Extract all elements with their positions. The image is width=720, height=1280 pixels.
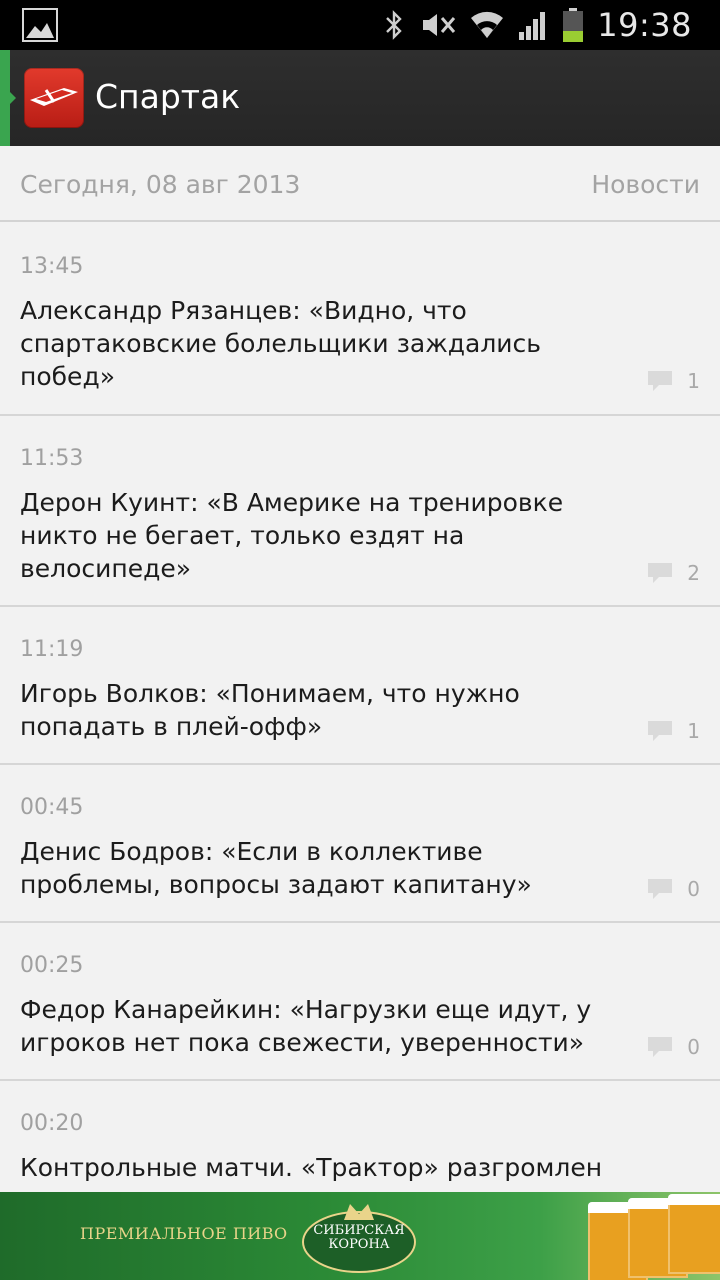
comment-icon bbox=[648, 563, 673, 583]
news-title: Федор Канарейкин: «Нагрузки еще идут, у … bbox=[20, 995, 592, 1057]
comment-count: 1 bbox=[687, 369, 700, 393]
wifi-icon bbox=[471, 11, 504, 38]
news-title: Игорь Волков: «Понимаем, что нужно попад… bbox=[20, 679, 520, 741]
signal-icon bbox=[519, 12, 546, 40]
news-list: 13:45 Александр Рязанцев: «Видно, что сп… bbox=[0, 224, 720, 1241]
news-item[interactable]: 11:19 Игорь Волков: «Понимаем, что нужно… bbox=[0, 607, 720, 765]
app-title: Спартак bbox=[95, 77, 241, 116]
comment-counter: 1 bbox=[647, 719, 700, 743]
comment-icon bbox=[648, 721, 673, 741]
section-label[interactable]: Новости bbox=[591, 170, 700, 199]
clock: 19:38 bbox=[597, 6, 692, 44]
app-logo[interactable] bbox=[24, 68, 84, 128]
comment-counter: 0 bbox=[647, 1035, 700, 1059]
battery-icon bbox=[563, 8, 584, 42]
comment-count: 0 bbox=[687, 877, 700, 901]
mute-icon bbox=[423, 14, 456, 36]
news-title: Контрольные матчи. «Трактор» разгромлен bbox=[20, 1153, 603, 1182]
ad-tagline: ПРЕМИАЛЬНОЕ ПИВО bbox=[80, 1224, 288, 1243]
ad-brand-name: СИБИРСКАЯ КОРОНА bbox=[313, 1223, 405, 1252]
comment-icon bbox=[648, 879, 673, 899]
status-bar: 19:38 bbox=[0, 0, 720, 50]
news-time: 00:20 bbox=[20, 1111, 84, 1136]
news-time: 00:45 bbox=[20, 795, 84, 820]
news-title: Дерон Куинт: «В Америке на тренировке ни… bbox=[20, 488, 564, 583]
news-time: 13:45 bbox=[20, 254, 84, 279]
comment-icon bbox=[648, 1037, 673, 1057]
drawer-caret-icon bbox=[8, 90, 16, 106]
status-icons: 19:38 bbox=[383, 0, 692, 50]
spartak-logo-icon bbox=[30, 88, 78, 106]
comment-counter: 2 bbox=[647, 561, 700, 585]
news-item[interactable]: 13:45 Александр Рязанцев: «Видно, что сп… bbox=[0, 224, 720, 416]
action-bar: Спартак bbox=[0, 50, 720, 146]
news-title: Александр Рязанцев: «Видно, что спартако… bbox=[20, 296, 542, 391]
news-item[interactable]: 00:45 Денис Бодров: «Если в коллективе п… bbox=[0, 765, 720, 923]
gallery-notification-icon bbox=[22, 8, 58, 42]
news-time: 00:25 bbox=[20, 953, 84, 978]
news-time: 11:53 bbox=[20, 446, 84, 471]
screen: { "status_bar": { "time": "19:38", "icon… bbox=[0, 0, 720, 1280]
comment-count: 1 bbox=[687, 719, 700, 743]
ad-brand-logo: СИБИРСКАЯ КОРОНА bbox=[300, 1198, 418, 1274]
date-label: Сегодня, 08 авг 2013 bbox=[20, 170, 301, 199]
comment-counter: 1 bbox=[647, 369, 700, 393]
comment-icon bbox=[648, 371, 673, 391]
comment-counter: 0 bbox=[647, 877, 700, 901]
comment-count: 0 bbox=[687, 1035, 700, 1059]
beer-glass-image bbox=[668, 1194, 720, 1274]
news-item[interactable]: 11:53 Дерон Куинт: «В Америке на трениро… bbox=[0, 416, 720, 607]
news-time: 11:19 bbox=[20, 637, 84, 662]
list-header: Сегодня, 08 авг 2013 Новости bbox=[0, 146, 720, 222]
news-title: Денис Бодров: «Если в коллективе проблем… bbox=[20, 837, 532, 899]
bluetooth-icon bbox=[386, 10, 402, 40]
ad-banner[interactable]: ПРЕМИАЛЬНОЕ ПИВО СИБИРСКАЯ КОРОНА bbox=[0, 1192, 720, 1280]
news-item[interactable]: 00:25 Федор Канарейкин: «Нагрузки еще ид… bbox=[0, 923, 720, 1081]
comment-count: 2 bbox=[687, 561, 700, 585]
